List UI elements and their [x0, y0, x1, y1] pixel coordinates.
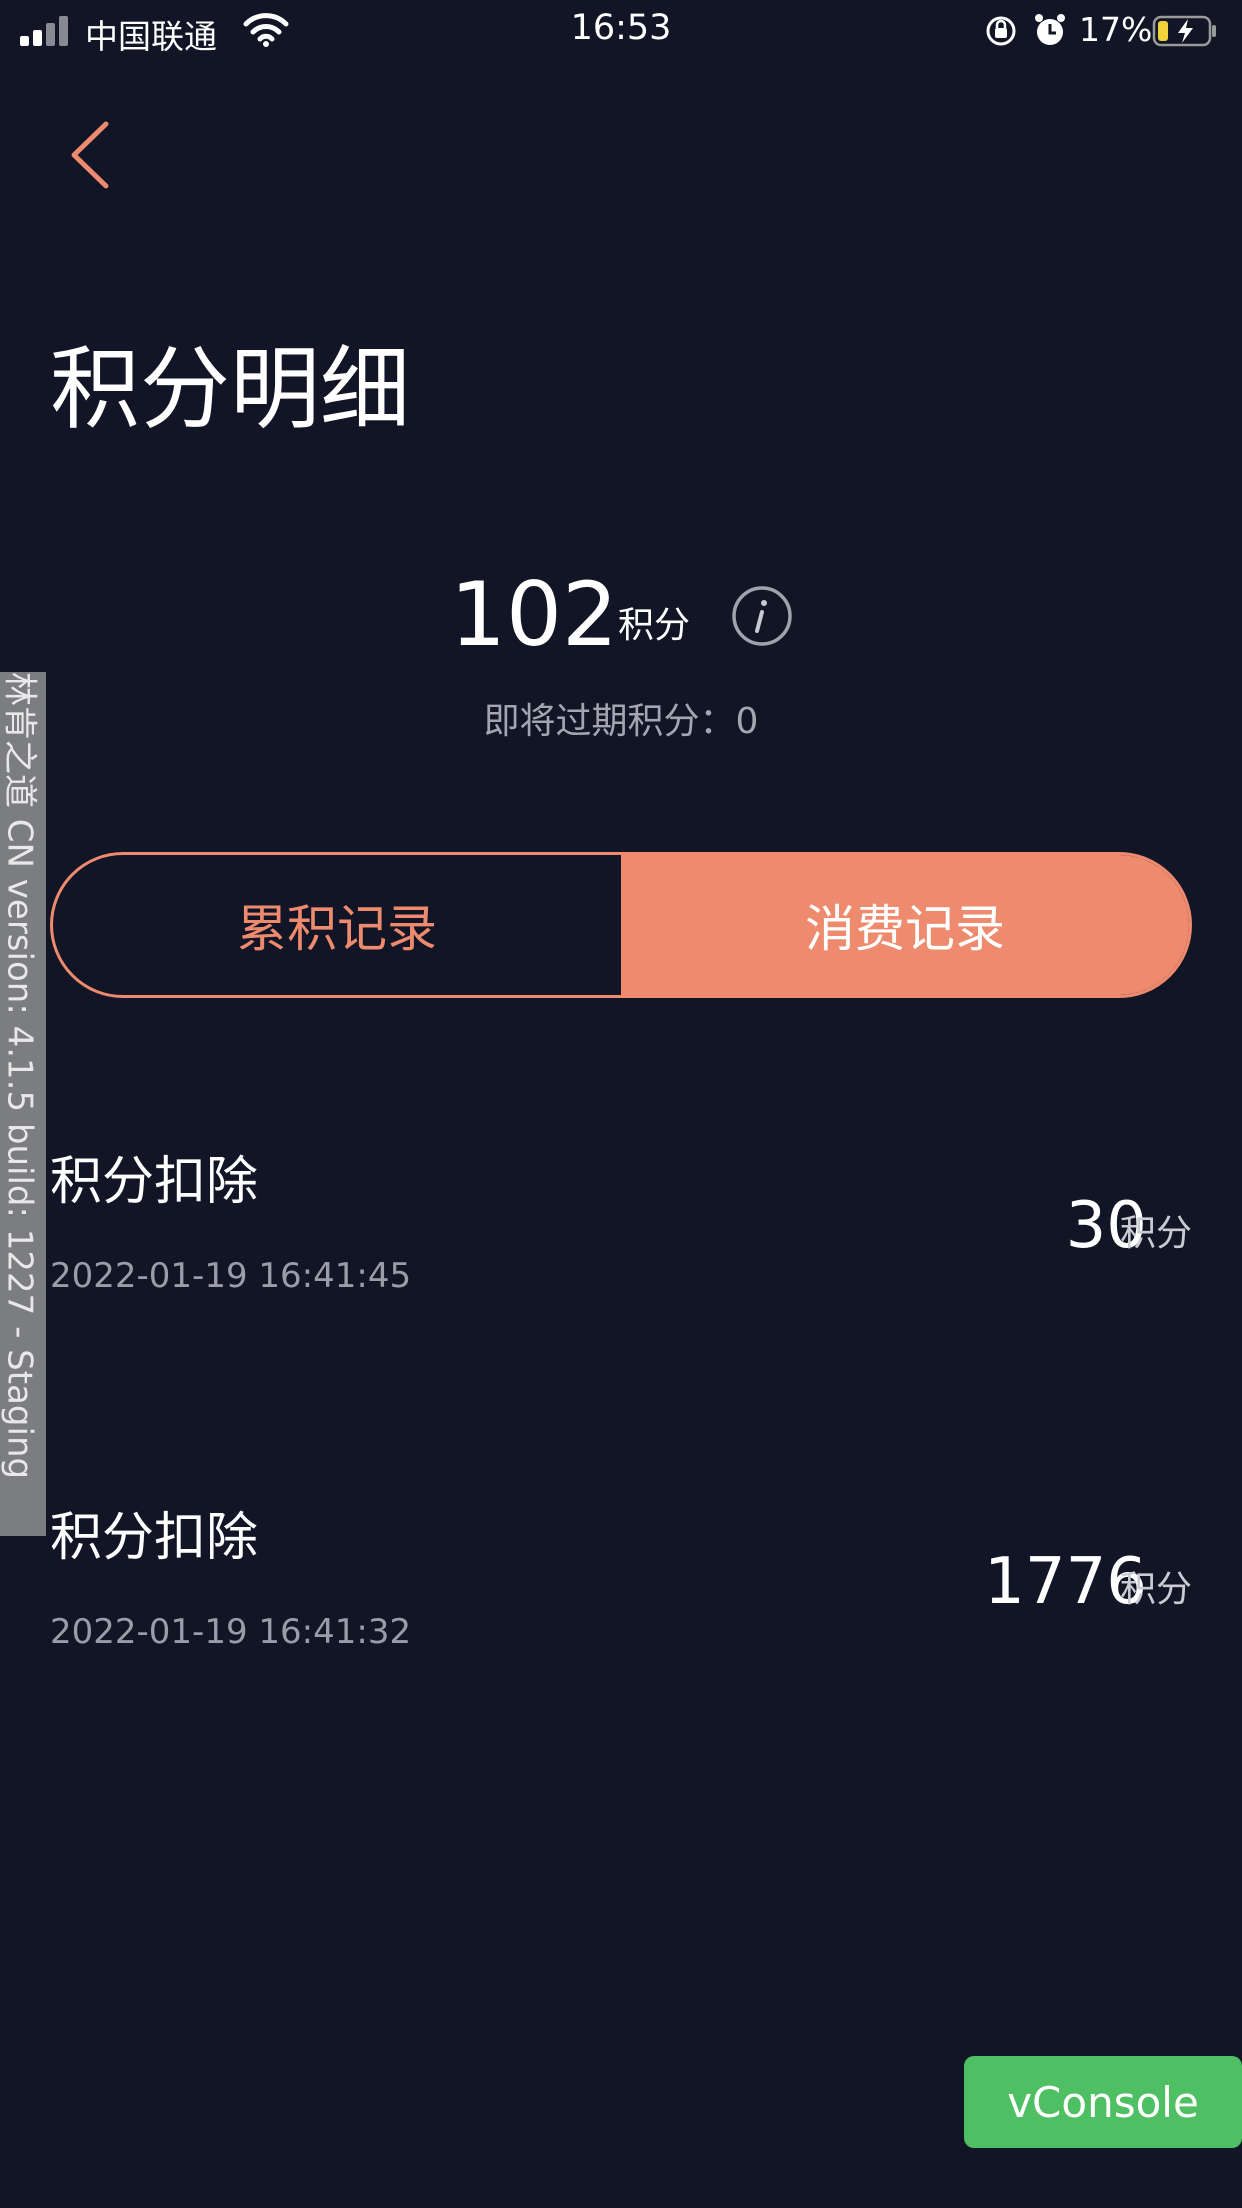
record-unit: 积分	[1119, 1569, 1192, 1610]
points-value: 102	[450, 563, 618, 666]
points-summary: 102 积分	[0, 560, 1242, 670]
status-bar: 中国联通 16:53 17%	[0, 0, 1242, 62]
page-title: 积分明细	[50, 337, 410, 442]
battery-charging-icon	[1152, 15, 1216, 47]
record-date: 2022-01-19 16:41:32	[50, 1612, 412, 1652]
list-item: 积分扣除 2022-01-19 16:41:45 30 积分	[0, 1146, 1242, 1346]
record-title: 积分扣除	[50, 1152, 259, 1212]
record-unit: 积分	[1119, 1213, 1192, 1254]
alarm-icon	[1035, 14, 1065, 45]
battery-percent: 17%	[1079, 10, 1153, 49]
tab-accumulate-records[interactable]: 累积记录	[53, 855, 621, 995]
back-button[interactable]	[62, 118, 116, 192]
record-date: 2022-01-19 16:41:45	[50, 1256, 412, 1296]
tab-consume-records[interactable]: 消费记录	[621, 855, 1189, 995]
info-icon[interactable]	[731, 585, 793, 647]
watermark-text: 林肯之道 CN version: 4.1.5 build: 1227 - Sta…	[0, 672, 40, 1480]
expiring-points: 即将过期积分：0	[483, 701, 759, 742]
points-unit: 积分	[618, 605, 691, 646]
record-tabs: 累积记录 消费记录	[50, 852, 1192, 998]
staging-watermark: 林肯之道 CN version: 4.1.5 build: 1227 - Sta…	[0, 672, 46, 1536]
record-title: 积分扣除	[50, 1508, 259, 1568]
list-item: 积分扣除 2022-01-19 16:41:32 1776 积分	[0, 1502, 1242, 1702]
orientation-lock-icon	[986, 16, 1016, 46]
vconsole-button[interactable]: vConsole	[964, 2056, 1242, 2148]
